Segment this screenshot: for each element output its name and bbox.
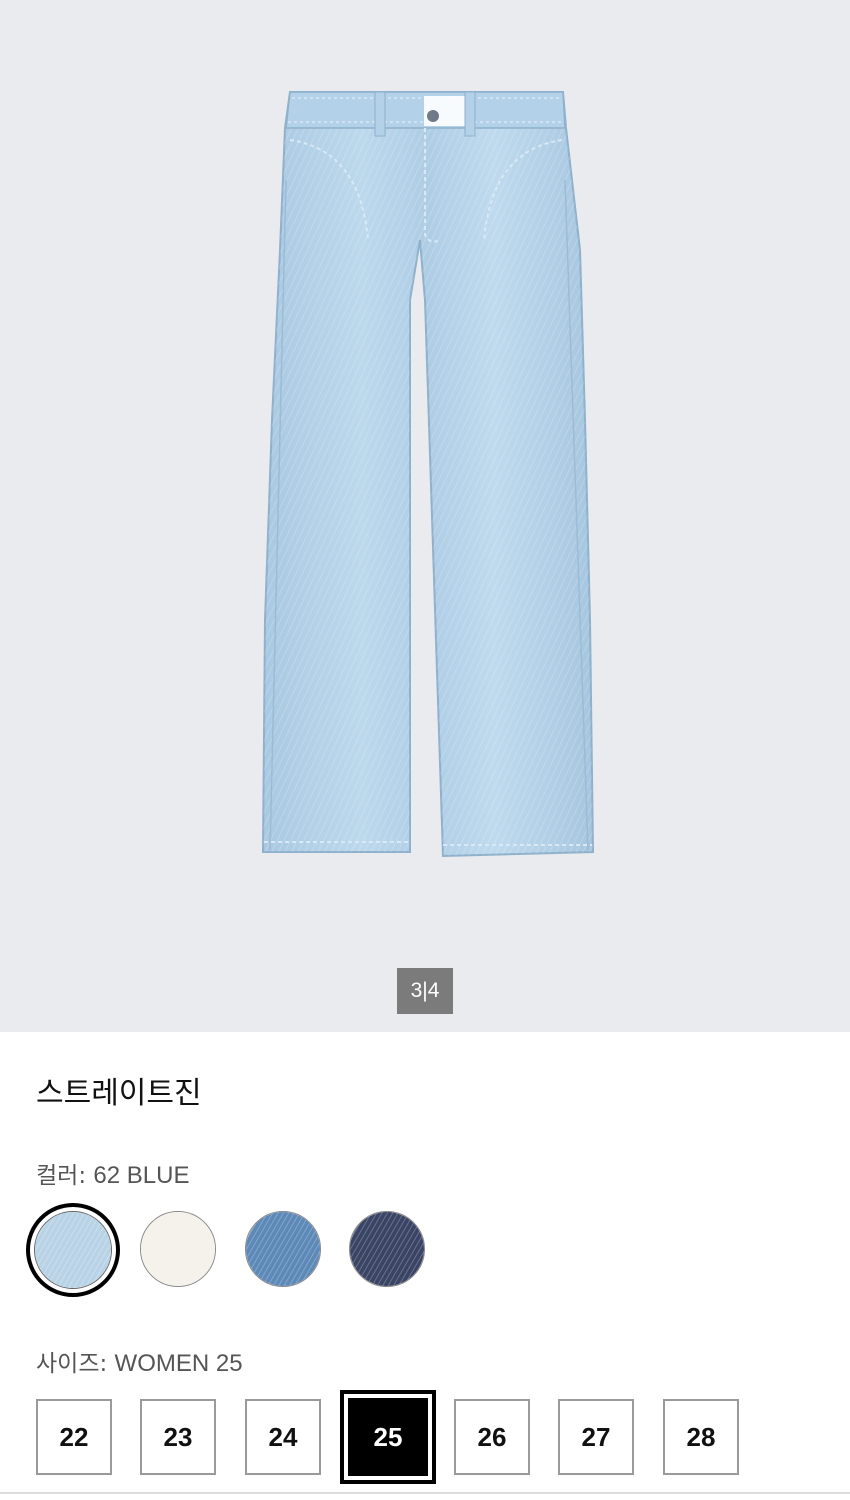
size-option-24[interactable]: 24 xyxy=(245,1399,321,1475)
size-label-text: 사이즈: xyxy=(36,1351,108,1377)
divider xyxy=(0,1492,850,1494)
color-swatch-light-blue[interactable] xyxy=(26,1203,120,1297)
color-label-text: 컬러: xyxy=(36,1163,87,1189)
size-option-23[interactable]: 23 xyxy=(140,1399,216,1475)
product-image xyxy=(261,91,595,858)
color-swatch-navy[interactable] xyxy=(349,1211,425,1287)
size-label: 사이즈: WOMEN 25 xyxy=(36,1344,243,1378)
size-option-22[interactable]: 22 xyxy=(36,1399,112,1475)
size-option-27[interactable]: 27 xyxy=(558,1399,634,1475)
color-swatch-off-white[interactable] xyxy=(140,1211,216,1287)
color-value: 62 BLUE xyxy=(93,1162,190,1189)
color-swatch-blue[interactable] xyxy=(245,1211,321,1287)
color-label: 컬러: 62 BLUE xyxy=(36,1156,189,1190)
image-counter: 3|4 xyxy=(397,968,453,1014)
product-title: 스트레이트진 xyxy=(36,1076,202,1111)
product-gallery[interactable]: 3|4 xyxy=(0,0,850,1032)
size-option-28[interactable]: 28 xyxy=(663,1399,739,1475)
size-option-26[interactable]: 26 xyxy=(454,1399,530,1475)
size-option-25[interactable]: 25 xyxy=(340,1390,436,1484)
size-option-25-label: 25 xyxy=(348,1398,428,1476)
size-value: WOMEN 25 xyxy=(114,1350,243,1377)
